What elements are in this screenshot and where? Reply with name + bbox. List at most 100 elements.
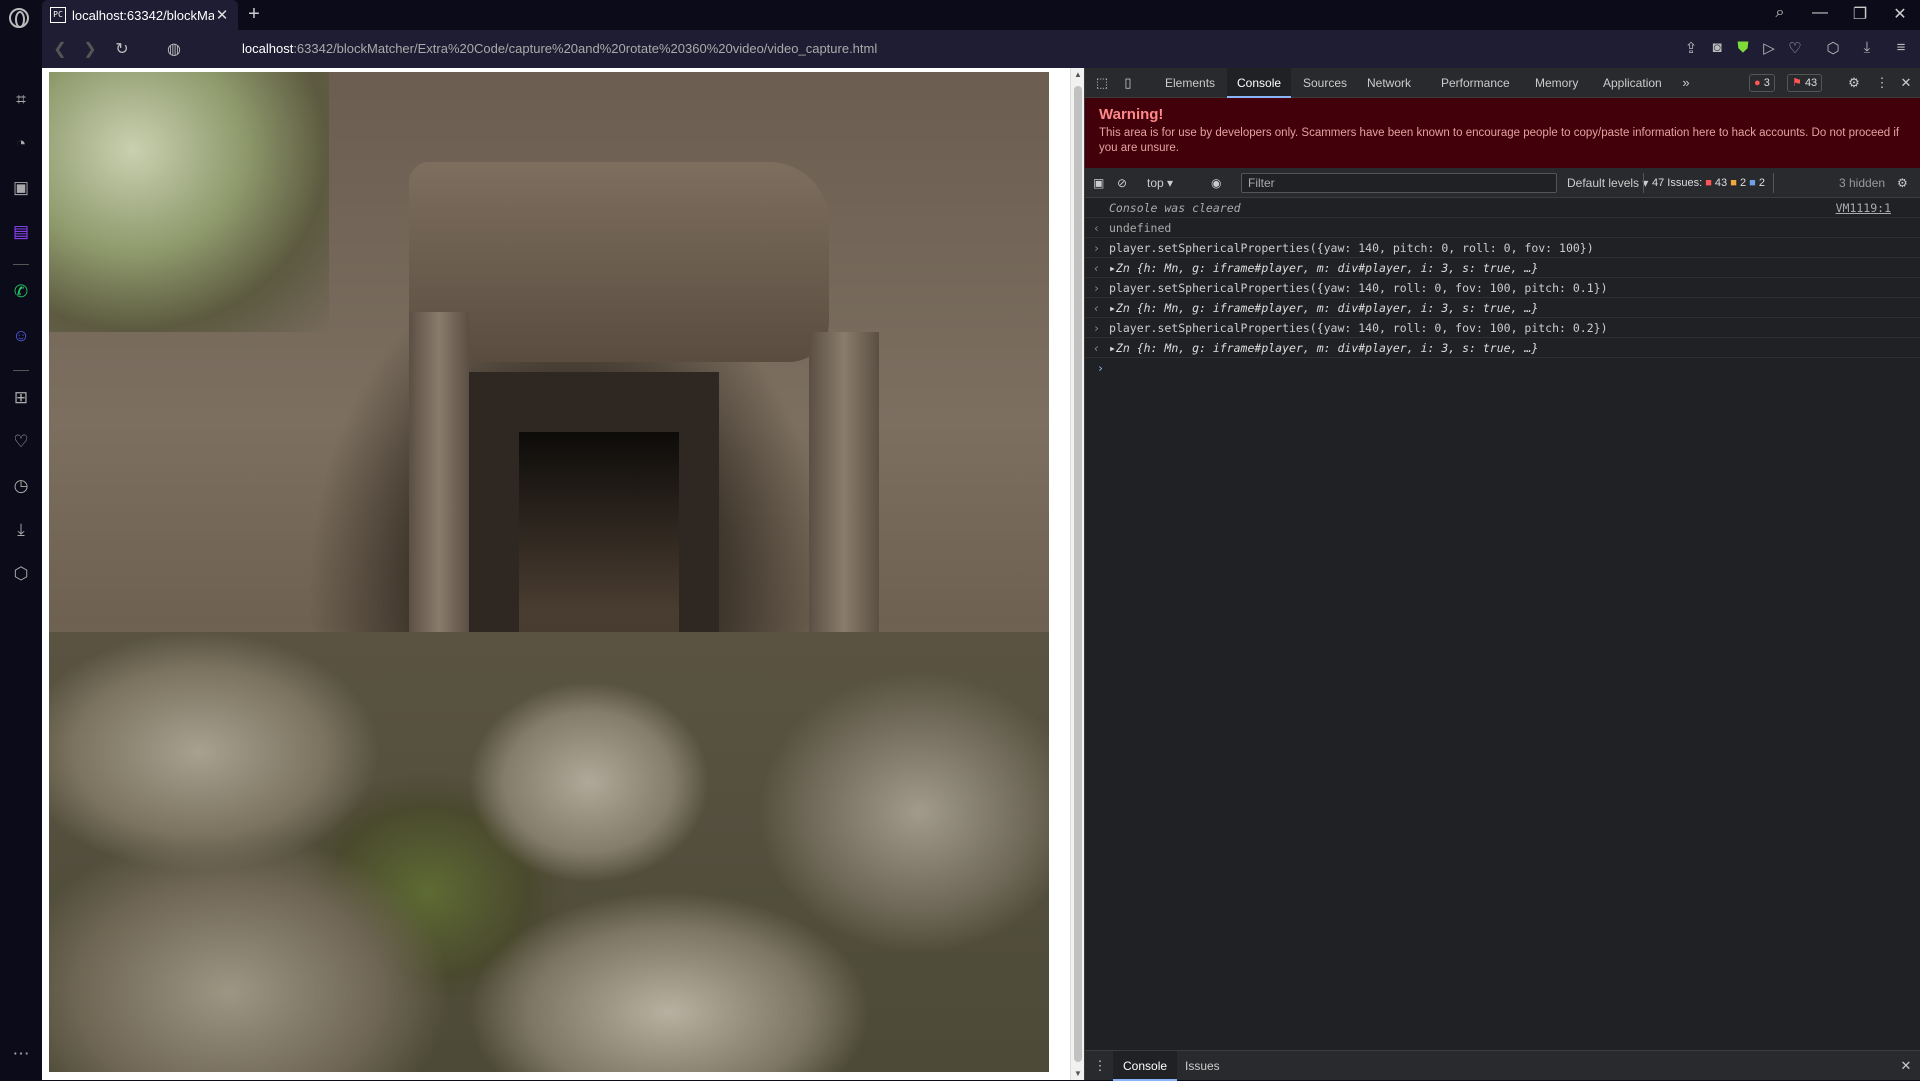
console-input-line: › player.setSphericalProperties({yaw: 140… xyxy=(1085,278,1920,298)
downloads-icon[interactable]: ⤓ xyxy=(1856,39,1878,56)
send-icon[interactable]: ▷ xyxy=(1758,39,1780,57)
url-path: :63342/blockMatcher/Extra%20Code/capture… xyxy=(293,41,878,56)
drawer-tab-issues[interactable]: Issues xyxy=(1175,1051,1230,1081)
tab-application[interactable]: Application xyxy=(1593,68,1672,98)
tab-title: localhost:63342/blockMatc xyxy=(72,7,214,23)
restore-button[interactable]: ❐ xyxy=(1846,4,1874,24)
twitch-icon[interactable]: ▤ xyxy=(9,220,33,244)
devtools-panel: ⬚ ▯ Elements Console Sources Network Per… xyxy=(1084,68,1920,1081)
favorites-icon[interactable]: ♡ xyxy=(1784,39,1806,57)
new-tab-button[interactable]: + xyxy=(244,3,264,26)
tab-sources[interactable]: Sources xyxy=(1293,68,1357,98)
forward-button[interactable]: ❯ xyxy=(80,39,100,59)
sidebar-toggle-icon[interactable]: ▣ xyxy=(1093,174,1104,192)
close-window-button[interactable]: ✕ xyxy=(1886,4,1914,24)
kebab-menu-icon[interactable]: ⋮ xyxy=(1873,74,1891,92)
console-toolbar: ▣ ⊘ top ▾ ◉ Filter Default levels ▾ 47 I… xyxy=(1085,168,1920,198)
workspaces-icon[interactable]: ⊞ xyxy=(9,386,33,410)
minimize-button[interactable]: — xyxy=(1806,4,1834,22)
console-log[interactable]: Console was cleared VM1119:1 ‹ undefined… xyxy=(1085,198,1920,1050)
bot-icon[interactable]: ▣ xyxy=(9,176,33,200)
snapshot-icon[interactable]: ◙ xyxy=(1706,39,1728,56)
rubble-ground xyxy=(49,632,1049,1072)
expand-triangle-icon[interactable]: ▸ xyxy=(1109,341,1116,355)
console-output-line[interactable]: ‹ ▸Zn {h: Mn, g: iframe#player, m: div#pl… xyxy=(1085,298,1920,318)
tab-console[interactable]: Console xyxy=(1227,68,1292,98)
input-chevron-icon: › xyxy=(1093,321,1100,335)
filter-input[interactable]: Filter xyxy=(1241,173,1557,193)
log-levels-dropdown[interactable]: Default levels ▾ xyxy=(1567,174,1648,192)
search-tabs-icon[interactable]: ⌕ xyxy=(1766,4,1794,22)
speed-dial-icon[interactable]: ◔ xyxy=(9,132,33,156)
heart-icon[interactable]: ♡ xyxy=(9,430,33,454)
issues-counter[interactable]: 47 Issues: ■ 43 ■ 2 ■ 2 xyxy=(1643,173,1774,193)
device-toolbar-icon[interactable]: ▯ xyxy=(1119,74,1137,92)
output-object: Zn {h: Mn, g: iframe#player, m: div#play… xyxy=(1115,341,1539,355)
context-value: top xyxy=(1147,176,1164,190)
return-arrow-icon: ‹ xyxy=(1093,261,1100,275)
issues-warnings: 2 xyxy=(1739,177,1747,189)
vpn-shield-icon[interactable]: ⛊ xyxy=(1732,39,1754,56)
console-entries: › player.setSphericalProperties({yaw: 140… xyxy=(1085,238,1920,358)
share-icon[interactable]: ⇪ xyxy=(1680,39,1702,57)
more-tabs-icon[interactable]: » xyxy=(1677,74,1695,92)
menu-icon[interactable]: ≡ xyxy=(1890,39,1912,56)
page-scrollbar[interactable]: ▲ ▼ xyxy=(1070,68,1084,1080)
whatsapp-icon[interactable]: ✆ xyxy=(9,280,33,304)
download-icon[interactable]: ⤓ xyxy=(9,518,33,542)
scroll-down-arrow[interactable]: ▼ xyxy=(1071,1069,1085,1078)
discord-icon[interactable]: ☺ xyxy=(9,324,33,348)
output-object: Zn {h: Mn, g: iframe#player, m: div#play… xyxy=(1115,261,1539,275)
input-code: player.setSphericalProperties({yaw: 140,… xyxy=(1109,241,1594,255)
site-info-icon[interactable]: ◍ xyxy=(164,39,184,59)
expand-triangle-icon[interactable]: ▸ xyxy=(1109,261,1116,275)
close-drawer-icon[interactable]: ✕ xyxy=(1897,1057,1915,1075)
close-devtools-icon[interactable]: ✕ xyxy=(1897,74,1915,92)
url-field[interactable]: localhost:63342/blockMatcher/Extra%20Cod… xyxy=(242,41,877,56)
history-icon[interactable]: ◷ xyxy=(9,474,33,498)
issue-count-badge[interactable]: ⚑ 43 xyxy=(1787,74,1823,92)
reload-button[interactable]: ↻ xyxy=(112,39,132,59)
hidden-count: 3 hidden xyxy=(1839,176,1886,190)
extensions-icon[interactable]: ⬡ xyxy=(1822,39,1844,57)
video-player[interactable] xyxy=(49,72,1049,1072)
clear-console-icon[interactable]: ⊘ xyxy=(1117,174,1127,192)
opera-sidebar: ⌗ ◔ ▣ ▤ ✆ ☺ ⊞ ♡ ◷ ⤓ ⬡ ⋯ xyxy=(0,68,42,1080)
drawer-menu-icon[interactable]: ⋮ xyxy=(1091,1057,1109,1075)
devtools-tabbar: ⬚ ▯ Elements Console Sources Network Per… xyxy=(1085,68,1920,98)
sidebar-divider xyxy=(13,370,29,371)
live-expression-eye-icon[interactable]: ◉ xyxy=(1211,174,1221,192)
url-host: localhost xyxy=(242,41,294,56)
settings-gear-icon[interactable]: ⚙ xyxy=(1845,74,1863,92)
context-selector[interactable]: top ▾ xyxy=(1147,174,1173,192)
tab-elements[interactable]: Elements xyxy=(1155,68,1225,98)
cube-icon[interactable]: ⬡ xyxy=(9,562,33,586)
error-count: 3 xyxy=(1763,77,1770,89)
close-tab-icon[interactable]: ✕ xyxy=(214,6,230,24)
drawer-tab-console[interactable]: Console xyxy=(1113,1051,1178,1081)
return-arrow-icon: ‹ xyxy=(1093,301,1100,315)
console-cleared-message: Console was cleared VM1119:1 xyxy=(1085,198,1920,218)
scrollbar-thumb[interactable] xyxy=(1074,86,1082,1062)
inspect-element-icon[interactable]: ⬚ xyxy=(1093,74,1111,92)
tab-memory[interactable]: Memory xyxy=(1525,68,1588,98)
tab-performance[interactable]: Performance xyxy=(1431,68,1520,98)
opera-logo-icon[interactable] xyxy=(9,8,29,28)
more-options-icon[interactable]: ⋯ xyxy=(9,1042,33,1066)
gaming-icon[interactable]: ⌗ xyxy=(9,88,33,112)
expand-triangle-icon[interactable]: ▸ xyxy=(1109,301,1116,315)
scroll-up-arrow[interactable]: ▲ xyxy=(1071,70,1085,79)
console-settings-icon[interactable]: ⚙ xyxy=(1897,174,1908,192)
browser-tab[interactable]: PC localhost:63342/blockMatc ✕ xyxy=(42,0,238,30)
issues-info: 2 xyxy=(1758,177,1765,189)
source-link[interactable]: VM1119:1 xyxy=(1836,198,1891,218)
error-count-badge[interactable]: ● 3 xyxy=(1749,74,1775,92)
log-levels-value: Default levels xyxy=(1567,176,1640,190)
console-input-line: › player.setSphericalProperties({yaw: 140… xyxy=(1085,238,1920,258)
console-output-line[interactable]: ‹ ▸Zn {h: Mn, g: iframe#player, m: div#pl… xyxy=(1085,258,1920,278)
stone-lintel xyxy=(409,162,829,362)
tab-network[interactable]: Network xyxy=(1357,68,1421,98)
back-button[interactable]: ❮ xyxy=(50,39,70,59)
console-output-line[interactable]: ‹ ▸Zn {h: Mn, g: iframe#player, m: div#pl… xyxy=(1085,338,1920,358)
console-prompt[interactable]: › xyxy=(1085,358,1920,378)
